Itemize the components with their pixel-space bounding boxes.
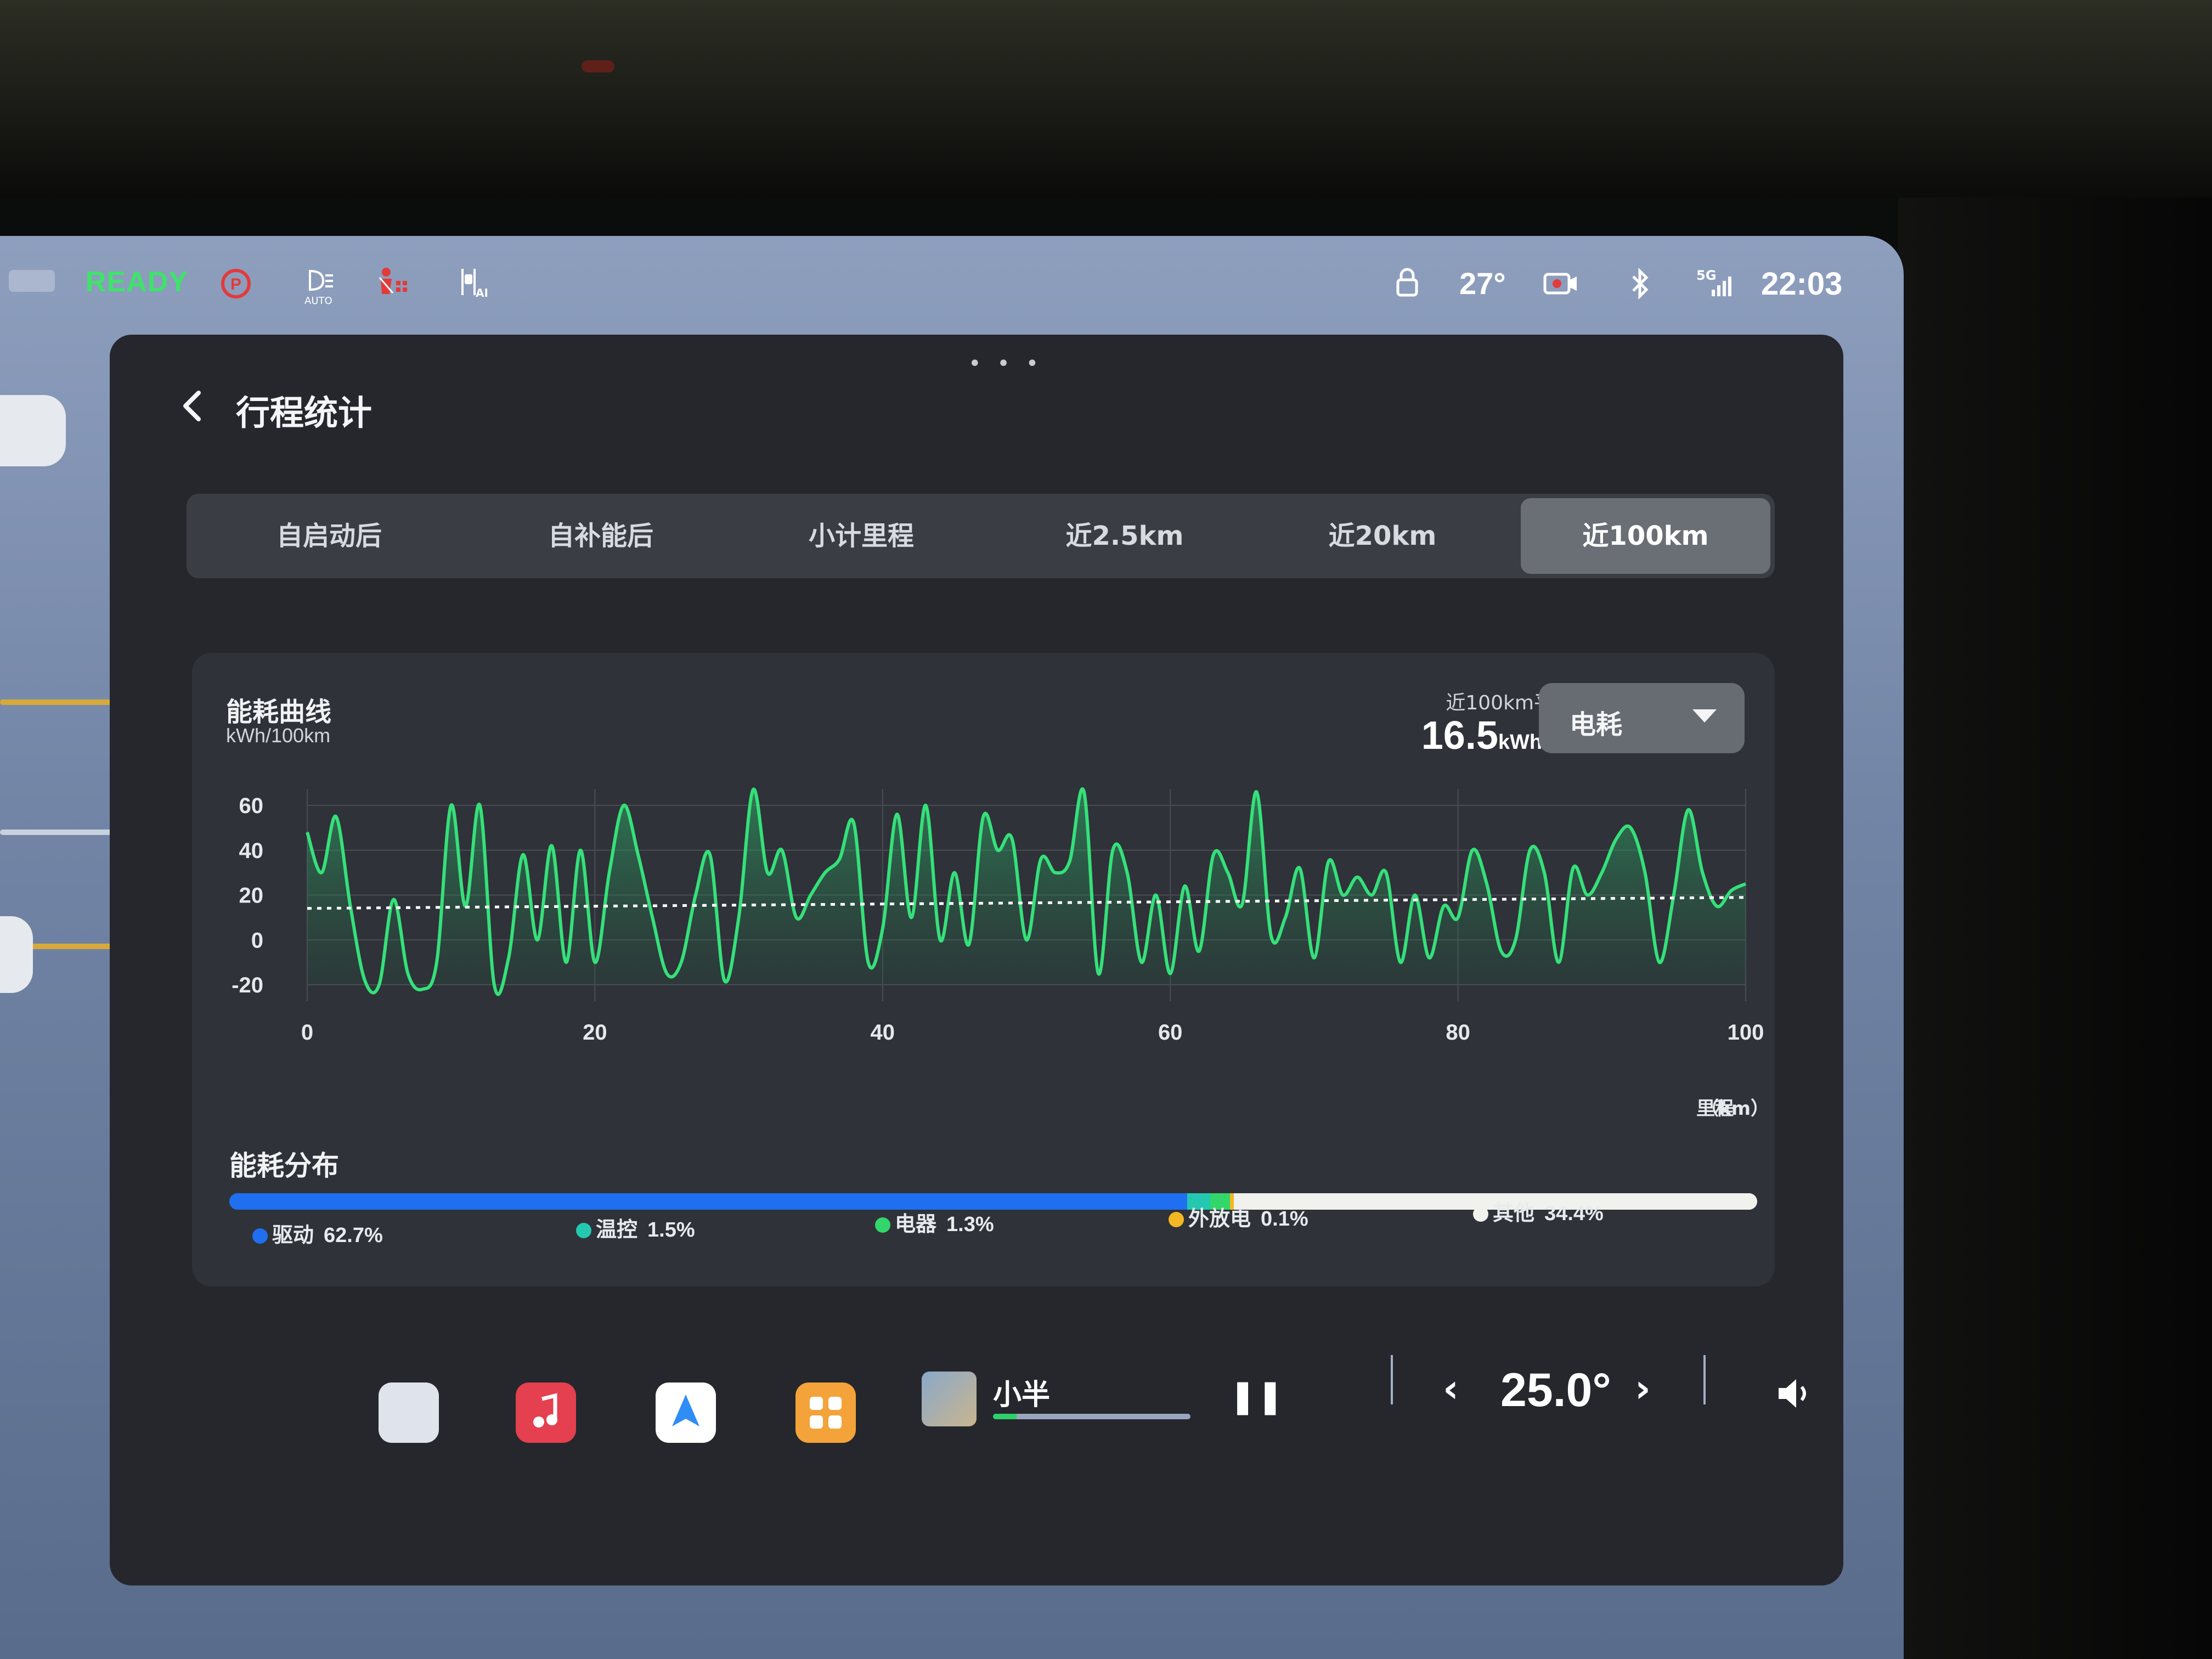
legend-label: 电器 [895, 1212, 937, 1236]
page-title: 行程统计 [236, 393, 373, 433]
bottom-dock [0, 1575, 1904, 1659]
driving-assist-icon: AI [453, 264, 491, 303]
legend-pct: 0.1% [1261, 1207, 1308, 1231]
legend-label: 驱动 [272, 1223, 314, 1247]
tab-last-2-5km[interactable]: 近2.5km [993, 494, 1256, 578]
legend-dot [576, 1223, 591, 1238]
energy-card: 能耗曲线 kWh/100km 近100km平均电耗 16.5kWh/100km … [192, 653, 1775, 1286]
metric-dropdown[interactable]: 电耗 [1539, 683, 1745, 753]
distribution-title: 能耗分布 [229, 1150, 339, 1182]
x-tick-label: 0 [301, 1020, 313, 1045]
legend-pct: 1.3% [946, 1213, 994, 1236]
y-tick-label: 60 [239, 794, 264, 818]
seatbelt-warning-icon [373, 264, 411, 303]
lock-icon[interactable] [1388, 264, 1426, 303]
bluetooth-icon[interactable] [1621, 264, 1660, 303]
dashcam-icon[interactable] [1542, 264, 1580, 303]
vehicle-thumbnail-icon[interactable] [9, 270, 55, 292]
album-art[interactable] [922, 1372, 977, 1426]
energy-chart: 6040200-20 0 20 40 60 80 100 里程 （km） [232, 787, 1769, 1119]
legend-dot [252, 1228, 268, 1244]
center-display: READY P AUTO AI 27° 5G 22:03 • • • 行程统计 … [0, 236, 1904, 1659]
x-tick-label: 40 [871, 1020, 895, 1045]
ready-indicator: READY [86, 266, 189, 298]
now-playing-title[interactable]: 小半 [993, 1372, 1050, 1413]
y-tick-label: 40 [239, 839, 264, 863]
y-tick-label: 0 [251, 928, 263, 952]
legend-label: 外放电 [1188, 1206, 1251, 1231]
interior-light [582, 60, 614, 72]
outside-temperature: 27° [1459, 266, 1506, 301]
auto-headlight-icon: AUTO [299, 264, 337, 307]
x-tick-label: 80 [1446, 1020, 1470, 1045]
dropdown-label: 电耗 [1570, 709, 1623, 740]
energy-area [307, 789, 1746, 995]
legend-drive: 驱动 62.7% [252, 1218, 383, 1248]
y-tick-label: 20 [239, 884, 264, 908]
music-icon[interactable] [516, 1383, 576, 1443]
legend-pct: 1.5% [647, 1218, 695, 1242]
cabin-temperature: 25.0° [1500, 1364, 1611, 1417]
vehicle-view-mirror [0, 395, 66, 466]
legend-label: 其他 [1493, 1201, 1535, 1225]
lane-line [0, 830, 115, 835]
x-tick-label: 20 [583, 1020, 607, 1045]
caret-down-icon [1692, 709, 1717, 723]
signal-label: 5G [1696, 268, 1717, 283]
lane-line [0, 699, 115, 705]
legend-other: 其他 34.4% [1473, 1196, 1604, 1226]
tab-last-20km[interactable]: 近20km [1256, 494, 1509, 578]
playback-progress[interactable] [993, 1414, 1190, 1419]
legend-pct: 34.4% [1544, 1202, 1604, 1225]
ai-badge: AI [476, 286, 488, 300]
car-icon[interactable] [379, 1383, 439, 1443]
dashboard-edge [1898, 198, 2212, 1659]
divider [1391, 1355, 1393, 1404]
temp-down-button[interactable]: ‹ [1443, 1366, 1459, 1411]
playback-progress-fill [993, 1414, 1017, 1419]
chart-unit: kWh/100km [226, 724, 331, 747]
vehicle-interior-background [0, 0, 2212, 198]
legend-label: 温控 [596, 1217, 638, 1242]
cellular-signal-icon: 5G [1695, 264, 1734, 303]
chart-title: 能耗曲线 [226, 697, 332, 727]
legend-v2l: 外放电 0.1% [1169, 1201, 1308, 1232]
status-bar: READY P AUTO AI 27° 5G 22:03 [0, 236, 1904, 329]
back-button[interactable] [176, 384, 208, 428]
app-grid-icon[interactable] [795, 1383, 856, 1443]
legend-dot [1473, 1206, 1488, 1222]
navigation-icon[interactable] [656, 1383, 716, 1443]
tab-since-start[interactable]: 自启动后 [187, 494, 472, 578]
x-tick-label: 100 [1728, 1020, 1764, 1045]
clock: 22:03 [1761, 266, 1843, 302]
tab-since-charge[interactable]: 自补能后 [464, 494, 738, 578]
speaker-icon[interactable] [1772, 1372, 1816, 1415]
auto-badge: AUTO [304, 295, 332, 307]
y-tick-label: -20 [232, 973, 263, 997]
x-tick-label: 60 [1158, 1020, 1183, 1045]
legend-electrical: 电器 1.3% [875, 1207, 994, 1237]
vehicle-view-mirror [0, 916, 33, 993]
tab-last-100km[interactable]: 近100km [1521, 498, 1770, 574]
temp-up-button[interactable]: › [1635, 1366, 1651, 1411]
range-tabs: 自启动后 自补能后 小计里程 近2.5km 近20km 近100km [187, 494, 1775, 578]
pause-icon[interactable]: ❚❚ [1229, 1377, 1284, 1415]
distribution-segment [229, 1193, 1188, 1210]
divider [1703, 1355, 1706, 1404]
average-value: 16.5 [1421, 714, 1498, 758]
park-brake-icon: P [217, 264, 255, 303]
tab-trip-meter[interactable]: 小计里程 [730, 494, 993, 578]
x-axis-unit: （km） [1700, 1098, 1769, 1119]
svg-text:P: P [230, 275, 241, 294]
chevron-left-icon [183, 391, 201, 421]
legend-pct: 62.7% [324, 1224, 383, 1247]
drag-handle[interactable]: • • • [968, 351, 1043, 376]
legend-climate: 温控 1.5% [576, 1212, 695, 1243]
legend-dot [875, 1217, 890, 1233]
legend-dot [1169, 1212, 1184, 1227]
